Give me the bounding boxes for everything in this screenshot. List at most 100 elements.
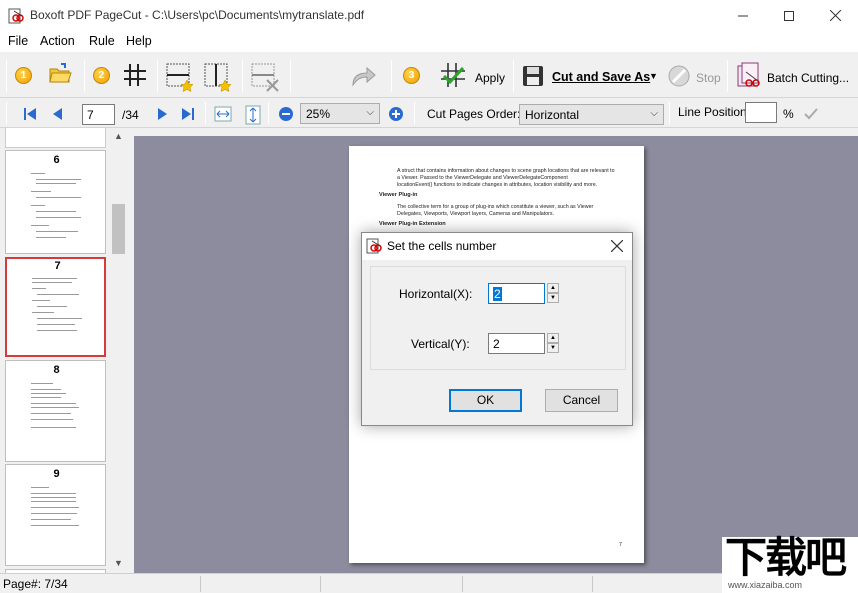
spin-down-icon[interactable]: ▼	[547, 293, 559, 303]
menu-file[interactable]: File	[8, 34, 28, 48]
thumbnail-page-9[interactable]: 9	[5, 464, 106, 566]
thumbnail-page-8[interactable]: 8	[5, 360, 106, 462]
cut-save-dropdown-icon[interactable]: ▼	[649, 71, 658, 81]
preview-text: a Viewer. Passed to the ViewerDelegate a…	[397, 175, 568, 182]
add-horizontal-line-button[interactable]	[165, 62, 195, 95]
navigation-bar: 7 /34 25% ⌵ Cut Pages Order: Horizontal …	[0, 99, 858, 128]
cut-and-save-as-button[interactable]: Cut and Save As	[552, 70, 650, 84]
page-number-input[interactable]: 7	[82, 104, 115, 125]
thumbnail-page-6[interactable]: 6	[5, 150, 106, 254]
spin-up-icon[interactable]: ▲	[547, 283, 559, 293]
app-icon	[366, 238, 382, 254]
previous-page-icon[interactable]	[50, 106, 66, 122]
add-vertical-line-button[interactable]	[203, 62, 233, 95]
step-1-badge: 1	[15, 67, 32, 84]
close-button[interactable]	[812, 0, 858, 31]
toolbar-separator	[205, 102, 206, 124]
vertical-label: Vertical(Y):	[411, 337, 470, 351]
thumbnail-label: 6	[6, 154, 107, 166]
delete-line-button[interactable]	[250, 62, 280, 95]
menu-rule[interactable]: Rule	[89, 34, 115, 48]
next-page-icon[interactable]	[154, 106, 170, 122]
ok-button[interactable]: OK	[449, 389, 522, 412]
spin-up-icon[interactable]: ▲	[547, 333, 559, 343]
watermark-url: www.xiazaiba.com	[728, 580, 802, 590]
toolbar-separator	[513, 60, 514, 92]
thumbnail-label: 8	[6, 364, 107, 376]
first-page-icon[interactable]	[22, 106, 38, 122]
maximize-icon	[784, 11, 794, 21]
thumbnail-panel: 6 7 8 9	[0, 128, 128, 573]
cut-order-value: Horizontal	[525, 108, 579, 122]
check-icon[interactable]	[803, 106, 819, 122]
minimize-button[interactable]	[720, 0, 766, 31]
zoom-in-icon[interactable]	[388, 106, 404, 122]
toolbar-separator	[268, 102, 269, 124]
thumbnail-label: 7	[7, 260, 108, 272]
toolbar-separator	[6, 102, 7, 124]
zoom-select[interactable]: 25% ⌵	[300, 103, 380, 124]
thumbnail-page-5[interactable]	[5, 128, 106, 148]
open-folder-icon	[48, 62, 72, 86]
maximize-button[interactable]	[766, 0, 812, 31]
preview-text: Delegates, Viewports, Viewport layers, C…	[397, 211, 554, 218]
redo-arrow-icon	[351, 65, 377, 87]
cut-pages-order-select[interactable]: Horizontal ⌵	[519, 104, 664, 125]
horizontal-label: Horizontal(X):	[399, 287, 472, 301]
toolbar-separator	[157, 60, 158, 92]
thumbnail-scrollbar[interactable]: ▲ ▼	[110, 128, 127, 573]
step-2-badge: 2	[93, 67, 110, 84]
scrollbar-thumb[interactable]	[112, 204, 125, 254]
horizontal-spinner[interactable]: ▲▼	[547, 283, 559, 303]
app-icon	[8, 8, 24, 24]
open-file-button[interactable]	[48, 62, 72, 89]
chevron-down-icon: ⌵	[650, 108, 658, 119]
vertical-input[interactable]: 2	[488, 333, 545, 354]
cut-pages-order-label: Cut Pages Order:	[427, 107, 520, 121]
line-position-input[interactable]	[745, 102, 777, 123]
redo-button[interactable]	[351, 65, 377, 90]
menu-bar: File Action Rule Help	[0, 31, 858, 51]
toolbar-separator	[84, 60, 85, 92]
close-icon[interactable]	[611, 240, 623, 252]
zoom-value: 25%	[306, 107, 330, 121]
preview-text: locationEvent() functions to indicate ch…	[397, 182, 597, 189]
set-cells-dialog: Set the cells number Horizontal(X): 2 ▲▼…	[361, 232, 633, 426]
watermark-text: 下载吧	[725, 535, 845, 581]
fit-width-icon[interactable]	[214, 105, 232, 123]
page-total: /34	[122, 108, 139, 122]
preview-page-number: 7	[619, 542, 622, 549]
chevron-down-icon: ⌵	[366, 107, 374, 118]
stop-button[interactable]: Stop	[696, 71, 721, 85]
watermark-logo: 下载吧 www.xiazaiba.com	[722, 537, 858, 593]
save-icon	[522, 65, 544, 90]
toolbar-separator	[727, 60, 728, 92]
scroll-down-icon[interactable]: ▼	[114, 558, 123, 568]
last-page-icon[interactable]	[180, 106, 196, 122]
toolbar: 1 2	[0, 51, 858, 98]
status-page-info: Page#: 7/34	[3, 577, 68, 591]
status-divider	[462, 576, 463, 592]
thumbnail-page-7-selected[interactable]: 7	[5, 257, 106, 357]
status-divider	[592, 576, 593, 592]
batch-cutting-button[interactable]: Batch Cutting...	[767, 71, 849, 85]
fit-height-icon[interactable]	[244, 105, 262, 125]
menu-action[interactable]: Action	[40, 34, 75, 48]
minimize-icon	[738, 11, 748, 21]
apply-icon-button[interactable]	[440, 62, 466, 91]
toolbar-separator	[290, 60, 291, 92]
status-divider	[200, 576, 201, 592]
menu-help[interactable]: Help	[126, 34, 152, 48]
toolbar-separator	[391, 60, 392, 92]
cancel-button[interactable]: Cancel	[545, 389, 618, 412]
apply-button[interactable]: Apply	[475, 71, 505, 85]
spin-down-icon[interactable]: ▼	[547, 343, 559, 353]
thumbnail-label: 9	[6, 468, 107, 480]
grid-rule-button[interactable]	[123, 63, 147, 90]
horizontal-input[interactable]: 2	[488, 283, 545, 304]
vertical-spinner[interactable]: ▲▼	[547, 333, 559, 353]
zoom-out-icon[interactable]	[278, 106, 294, 122]
horizontal-value: 2	[493, 287, 502, 301]
toolbar-separator	[242, 60, 243, 92]
scroll-up-icon[interactable]: ▲	[114, 131, 123, 141]
